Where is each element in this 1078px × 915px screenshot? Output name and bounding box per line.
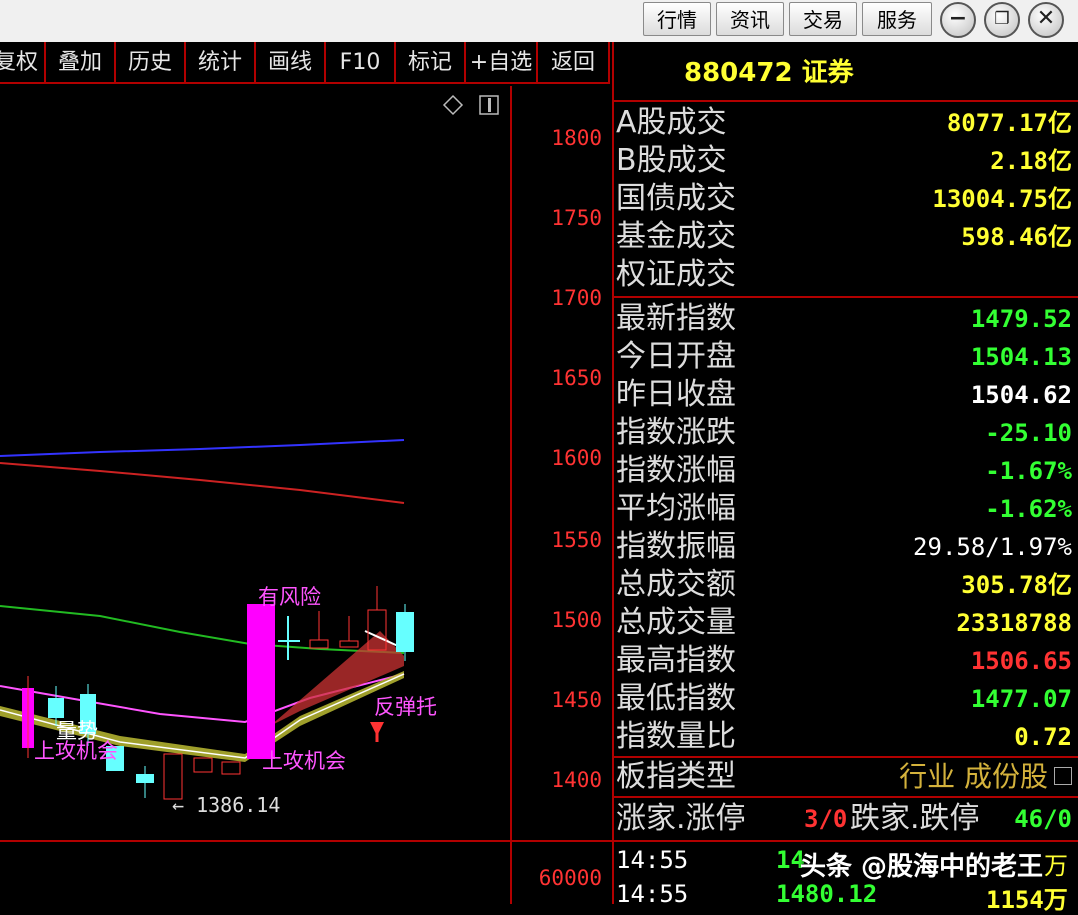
chart-icons[interactable] bbox=[442, 94, 499, 116]
menu-service-button[interactable]: 服务 bbox=[862, 2, 932, 36]
diamond-icon[interactable] bbox=[442, 94, 464, 116]
info-row: 权证成交 bbox=[616, 257, 736, 292]
info-row: 指数涨跌 -25.10 bbox=[616, 415, 1072, 450]
tick-volume: 1154万 bbox=[986, 886, 1068, 914]
toolbar-stats-button[interactable]: 统计 bbox=[186, 42, 256, 84]
annotation-rebound: 反弹托 bbox=[374, 696, 437, 719]
info-row: A股成交 8077.17亿 bbox=[616, 105, 1072, 140]
ma-line-red bbox=[0, 462, 405, 504]
minimize-icon[interactable]: − bbox=[940, 2, 976, 38]
axis-label: 1600 bbox=[551, 446, 602, 470]
info-row: 指数涨幅 -1.67% bbox=[616, 453, 1072, 488]
menu-news-button[interactable]: 资讯 bbox=[716, 2, 784, 36]
axis-label: 1500 bbox=[551, 608, 602, 632]
info-row: 最低指数 1477.07 bbox=[616, 681, 1072, 716]
close-icon[interactable]: ✕ bbox=[1028, 2, 1064, 38]
breadth-row: 涨家.涨停 3/0 跌家.跌停 46/0 bbox=[616, 801, 1072, 836]
axis-label: 1550 bbox=[551, 528, 602, 552]
index-info-panel: 880472 证券 A股成交 8077.17亿 B股成交 2.18亿 国债成交 130… bbox=[612, 42, 1078, 914]
toolbar-history-button[interactable]: 历史 bbox=[116, 42, 186, 84]
toolbar-back-button[interactable]: 返回 bbox=[538, 42, 610, 84]
axis-label: 1400 bbox=[551, 768, 602, 792]
info-row: B股成交 2.18亿 bbox=[616, 143, 1072, 178]
annotation-risk: 有风险 bbox=[258, 586, 321, 609]
toolbar-add-watchlist-button[interactable]: +自选 bbox=[466, 42, 538, 84]
price-axis: 1800 1750 1700 1650 1600 1550 1500 1450 … bbox=[510, 86, 612, 904]
index-title: 880472 证券 bbox=[684, 58, 854, 88]
info-row: 最新指数 1479.52 bbox=[616, 301, 1072, 336]
toolbar-f10-button[interactable]: F10 bbox=[326, 42, 396, 84]
info-row: 基金成交 598.46亿 bbox=[616, 219, 1072, 254]
annotation-volume-trend: 量势 bbox=[56, 720, 98, 743]
toolbar-adjust-button[interactable]: 复权 bbox=[0, 42, 46, 84]
axis-label: 1700 bbox=[551, 286, 602, 310]
info-row: 今日开盘 1504.13 bbox=[616, 339, 1072, 374]
info-row: 国债成交 13004.75亿 bbox=[616, 181, 1072, 216]
info-row: 总成交量 23318788 bbox=[616, 605, 1072, 640]
tick-time: 14:55 bbox=[616, 846, 689, 874]
menu-trade-button[interactable]: 交易 bbox=[789, 2, 857, 36]
low-price-label: ← 1386.14 bbox=[172, 793, 280, 817]
menu-quotes-button[interactable]: 行情 bbox=[643, 2, 711, 36]
info-row: 平均涨幅 -1.62% bbox=[616, 491, 1072, 526]
annotation-attack-chance: 上攻机会 bbox=[262, 750, 346, 773]
axis-label: 1450 bbox=[551, 688, 602, 712]
chart-toolbar: 复权 叠加 历史 统计 画线 F10 标记 +自选 返回 bbox=[0, 42, 612, 84]
annotation-attack-chance-left: 上攻机会 bbox=[34, 740, 118, 763]
volume-area bbox=[0, 840, 612, 904]
grid-icon[interactable] bbox=[1054, 767, 1072, 785]
tick-volume: 万 bbox=[1044, 852, 1068, 880]
info-row: 指数量比 0.72 bbox=[616, 719, 1072, 754]
axis-label: 1800 bbox=[551, 126, 602, 150]
toolbar-draw-button[interactable]: 画线 bbox=[256, 42, 326, 84]
info-row: 最高指数 1506.65 bbox=[616, 643, 1072, 678]
toolbar-mark-button[interactable]: 标记 bbox=[396, 42, 466, 84]
restore-icon[interactable]: ❐ bbox=[984, 2, 1020, 38]
board-type-row[interactable]: 板指类型 行业 成份股 bbox=[614, 758, 1078, 796]
info-row: 总成交额 305.78亿 bbox=[616, 567, 1072, 602]
info-row: 指数振幅 29.58/1.97% bbox=[616, 529, 1072, 564]
top-menu-bar: 行情 资讯 交易 服务 − ❐ ✕ bbox=[0, 0, 1078, 42]
axis-label: 1750 bbox=[551, 206, 602, 230]
ma-line-green bbox=[0, 605, 405, 654]
axis-label: 1650 bbox=[551, 366, 602, 390]
info-row: 昨日收盘 1504.62 bbox=[616, 377, 1072, 412]
watermark: 头条 @股海中的老王 bbox=[800, 852, 1044, 882]
ma-line-blue bbox=[0, 439, 405, 457]
toolbar-overlay-button[interactable]: 叠加 bbox=[46, 42, 116, 84]
candlestick-chart[interactable]: 有风险 上攻机会 上攻机会 反弹托 量势 ← 1386.14 bbox=[0, 86, 510, 840]
